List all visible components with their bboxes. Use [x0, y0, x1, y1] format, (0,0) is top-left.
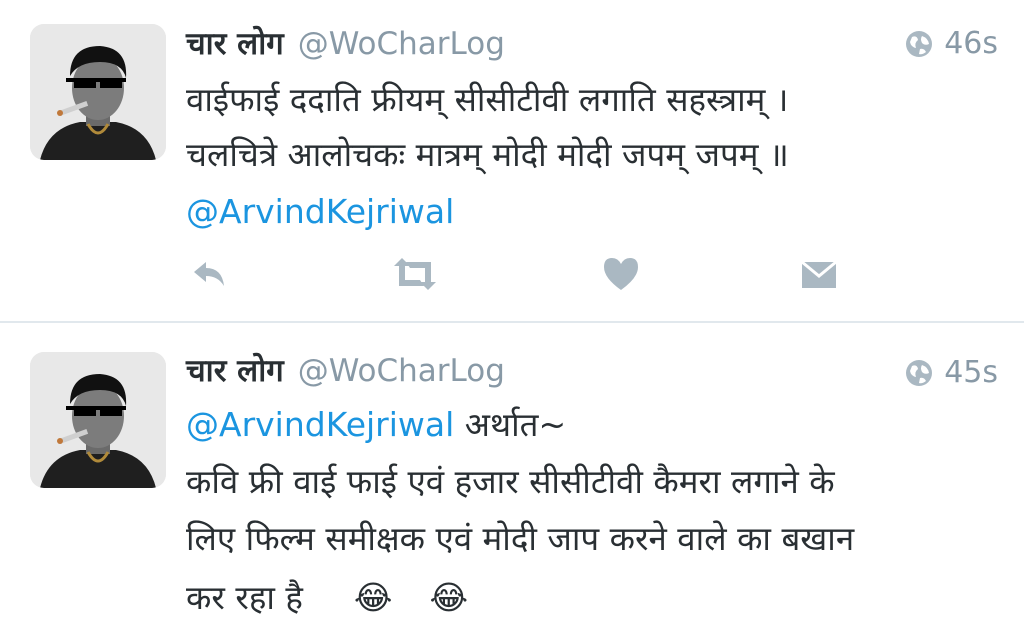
mention-link[interactable]: @ArvindKejriwal: [186, 405, 454, 444]
mention-link[interactable]: @ArvindKejriwal: [186, 190, 454, 234]
tweet-text-line: चलचित्रे आलोचकः मात्रम् मोदी मोदी जपम् ज…: [186, 135, 789, 174]
tweet-text-fragment: अर्थात~: [464, 405, 567, 444]
username[interactable]: @WoCharLog: [298, 26, 505, 62]
display-name[interactable]: चार लोग: [186, 349, 284, 391]
laughing-emoji: 😂: [353, 578, 393, 617]
avatar-image: [30, 352, 166, 488]
globe-icon: [906, 30, 933, 57]
tweet-1[interactable]: चार लोग @WoCharLog 46s वाईफाई ददाति फ्री…: [0, 0, 1024, 322]
avatar[interactable]: [30, 352, 166, 488]
tweet-text-fragment: कर रहा है: [186, 578, 303, 617]
message-icon[interactable]: [800, 256, 838, 292]
tweet-2[interactable]: चार लोग @WoCharLog 45s @ArvindKejriwal अ…: [0, 323, 1024, 644]
tweet-header: चार लोग @WoCharLog: [186, 349, 505, 389]
tweet-text-line: लिए फिल्म समीक्षक एवं मोदी जाप करने वाले…: [186, 519, 855, 558]
laughing-emoji: 😂: [429, 578, 469, 617]
retweet-icon[interactable]: [390, 256, 440, 292]
tweet-meta: 45s: [904, 355, 998, 390]
avatar[interactable]: [30, 24, 166, 160]
globe-icon: [906, 359, 933, 386]
like-icon[interactable]: [602, 256, 640, 292]
avatar-image: [30, 24, 166, 160]
tweet-text-line: @ArvindKejriwal अर्थात~: [186, 403, 566, 447]
tweet-text-line: कर रहा है 😂 😂: [186, 576, 468, 620]
username[interactable]: @WoCharLog: [298, 353, 505, 389]
timestamp[interactable]: 45s: [944, 355, 998, 390]
tweet-meta: 46s: [904, 26, 998, 61]
display-name[interactable]: चार लोग: [186, 22, 284, 64]
reply-icon[interactable]: [190, 256, 230, 292]
timestamp[interactable]: 46s: [944, 26, 998, 61]
tweet-text-line: कवि फ्री वाई फाई एवं हजार सीसीटीवी कैमरा…: [186, 462, 835, 501]
tweet-text-line: वाईफाई ददाति फ्रीयम् सीसीटीवी लगाति सहस्…: [186, 80, 789, 119]
tweet-header: चार लोग @WoCharLog: [186, 22, 505, 62]
